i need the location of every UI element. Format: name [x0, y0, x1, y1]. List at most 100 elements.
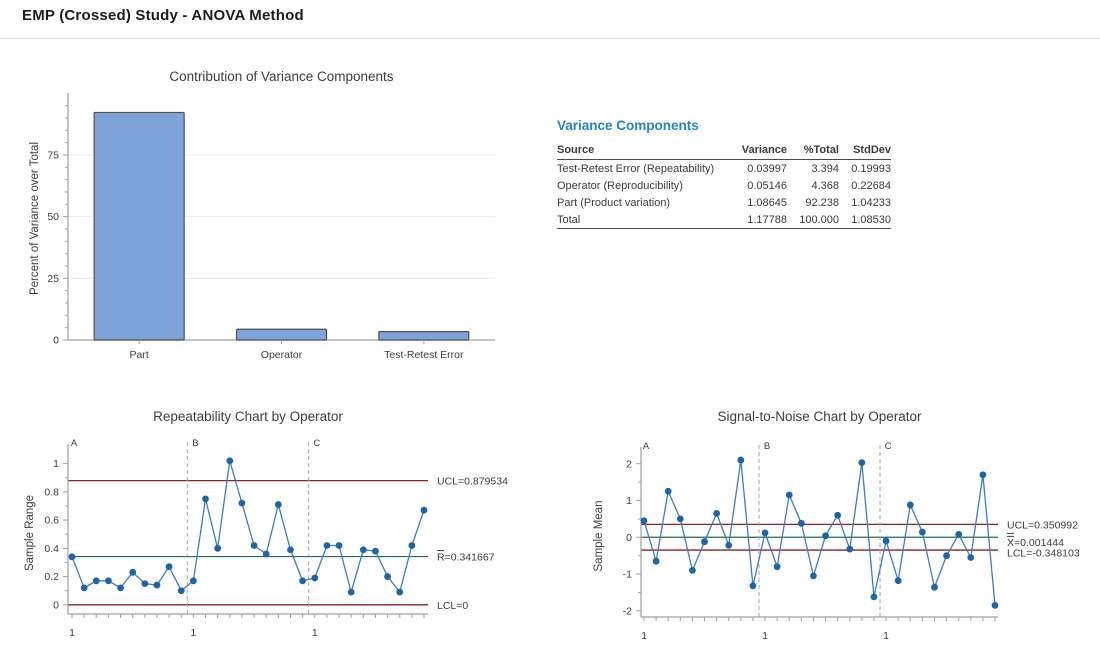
chart-title: Repeatability Chart by Operator: [153, 409, 343, 424]
bar-operator: [237, 329, 327, 340]
value-cell: 1.17788: [739, 211, 787, 229]
x-start-label: 1: [641, 630, 647, 642]
column-header: %Total: [787, 142, 839, 160]
data-point: [798, 520, 805, 527]
data-point: [336, 542, 343, 549]
operator-label: B: [192, 438, 198, 449]
table-row: Total1.17788100.0001.08530: [557, 211, 891, 229]
table-row: Operator (Reproducibility)0.051464.3680.…: [557, 177, 891, 194]
data-point: [239, 500, 246, 507]
y-tick-label: 0.2: [44, 571, 59, 583]
data-point: [323, 542, 330, 549]
value-cell: 0.19993: [839, 160, 891, 178]
y-tick-label: 1: [53, 458, 59, 470]
operator-label: A: [71, 438, 78, 449]
y-tick-label: -1: [623, 569, 632, 581]
y-tick-label: 50: [47, 211, 59, 223]
title-divider: [0, 38, 1100, 39]
bar-test-retest-error: [379, 332, 469, 340]
operator-label: C: [885, 441, 892, 452]
page-title: EMP (Crossed) Study - ANOVA Method: [22, 7, 304, 24]
data-point: [117, 584, 124, 591]
source-cell: Part (Product variation): [557, 194, 739, 211]
value-cell: 0.22684: [839, 177, 891, 194]
data-point: [919, 529, 926, 536]
data-point: [931, 584, 938, 591]
variance-components-title: Variance Components: [557, 118, 902, 133]
data-point: [348, 589, 355, 596]
value-cell: 1.04233: [839, 194, 891, 211]
data-point: [725, 542, 732, 549]
source-cell: Operator (Reproducibility): [557, 177, 739, 194]
y-axis-title: Sample Range: [24, 495, 36, 571]
ucl-label: UCL=0.879534: [437, 476, 508, 488]
y-tick-label: 0.8: [44, 486, 59, 498]
operator-label: B: [764, 441, 770, 452]
data-point: [967, 554, 974, 561]
data-point: [677, 516, 684, 523]
x-start-label: 1: [69, 627, 75, 639]
report-page: EMP (Crossed) Study - ANOVA Method Contr…: [0, 0, 1100, 652]
data-point: [955, 531, 962, 538]
table-row: Test-Retest Error (Repeatability)0.03997…: [557, 160, 891, 178]
data-point: [275, 501, 282, 508]
data-point: [750, 582, 757, 589]
data-point: [81, 584, 88, 591]
bar-part: [94, 112, 184, 340]
operator-label: C: [313, 438, 320, 449]
y-tick-label: 0: [53, 335, 59, 347]
data-point: [408, 542, 415, 549]
data-point: [979, 471, 986, 478]
y-tick-label: 25: [47, 273, 59, 285]
data-point: [713, 510, 720, 517]
category-label: Operator: [261, 349, 303, 361]
data-point: [858, 459, 865, 466]
x-start-label: 1: [190, 627, 196, 639]
data-point: [360, 546, 367, 553]
y-tick-label: 1: [626, 495, 632, 507]
data-line: [644, 460, 995, 605]
data-point: [846, 546, 853, 553]
value-cell: 0.05146: [739, 177, 787, 194]
y-tick-label: 0: [626, 532, 632, 544]
data-point: [263, 551, 270, 558]
y-tick-label: 75: [47, 149, 59, 161]
data-point: [251, 542, 258, 549]
value-cell: 1.08530: [839, 211, 891, 229]
data-point: [701, 538, 708, 545]
repeatability-chart: Repeatability Chart by Operator A 1 B 1 C 1 0 0.…: [15, 405, 575, 652]
data-point: [299, 577, 306, 584]
data-point: [93, 577, 100, 584]
data-point: [141, 580, 148, 587]
data-point: [895, 577, 902, 584]
data-point: [737, 457, 744, 464]
data-point: [421, 507, 428, 514]
value-cell: 3.394: [787, 160, 839, 178]
data-point: [907, 502, 914, 509]
column-header: Source: [557, 142, 739, 160]
column-header: Variance: [739, 142, 787, 160]
data-point: [226, 457, 233, 464]
data-point: [287, 546, 294, 553]
y-axis-title: Percent of Variance over Total: [29, 142, 41, 295]
y-tick-label: 2: [626, 458, 632, 470]
value-cell: 92.238: [787, 194, 839, 211]
data-point: [178, 587, 185, 594]
data-point: [396, 589, 403, 596]
chart-title: Contribution of Variance Components: [169, 69, 393, 84]
x-start-label: 1: [312, 627, 318, 639]
data-point: [69, 553, 76, 560]
data-point: [810, 572, 817, 579]
data-point: [834, 512, 841, 519]
lcl-label: LCL=-0.348103: [1007, 548, 1080, 560]
y-tick-label: 0: [53, 599, 59, 611]
table-row: Part (Product variation)1.0864592.2381.0…: [557, 194, 891, 211]
y-axis-title: Sample Mean: [593, 501, 605, 572]
data-point: [202, 495, 209, 502]
data-point: [214, 545, 221, 552]
data-point: [871, 593, 878, 600]
table-header-row: SourceVariance%TotalStdDev: [557, 142, 891, 160]
category-label: Test-Retest Error: [384, 349, 464, 361]
operator-label: A: [643, 441, 650, 452]
data-point: [774, 563, 781, 570]
